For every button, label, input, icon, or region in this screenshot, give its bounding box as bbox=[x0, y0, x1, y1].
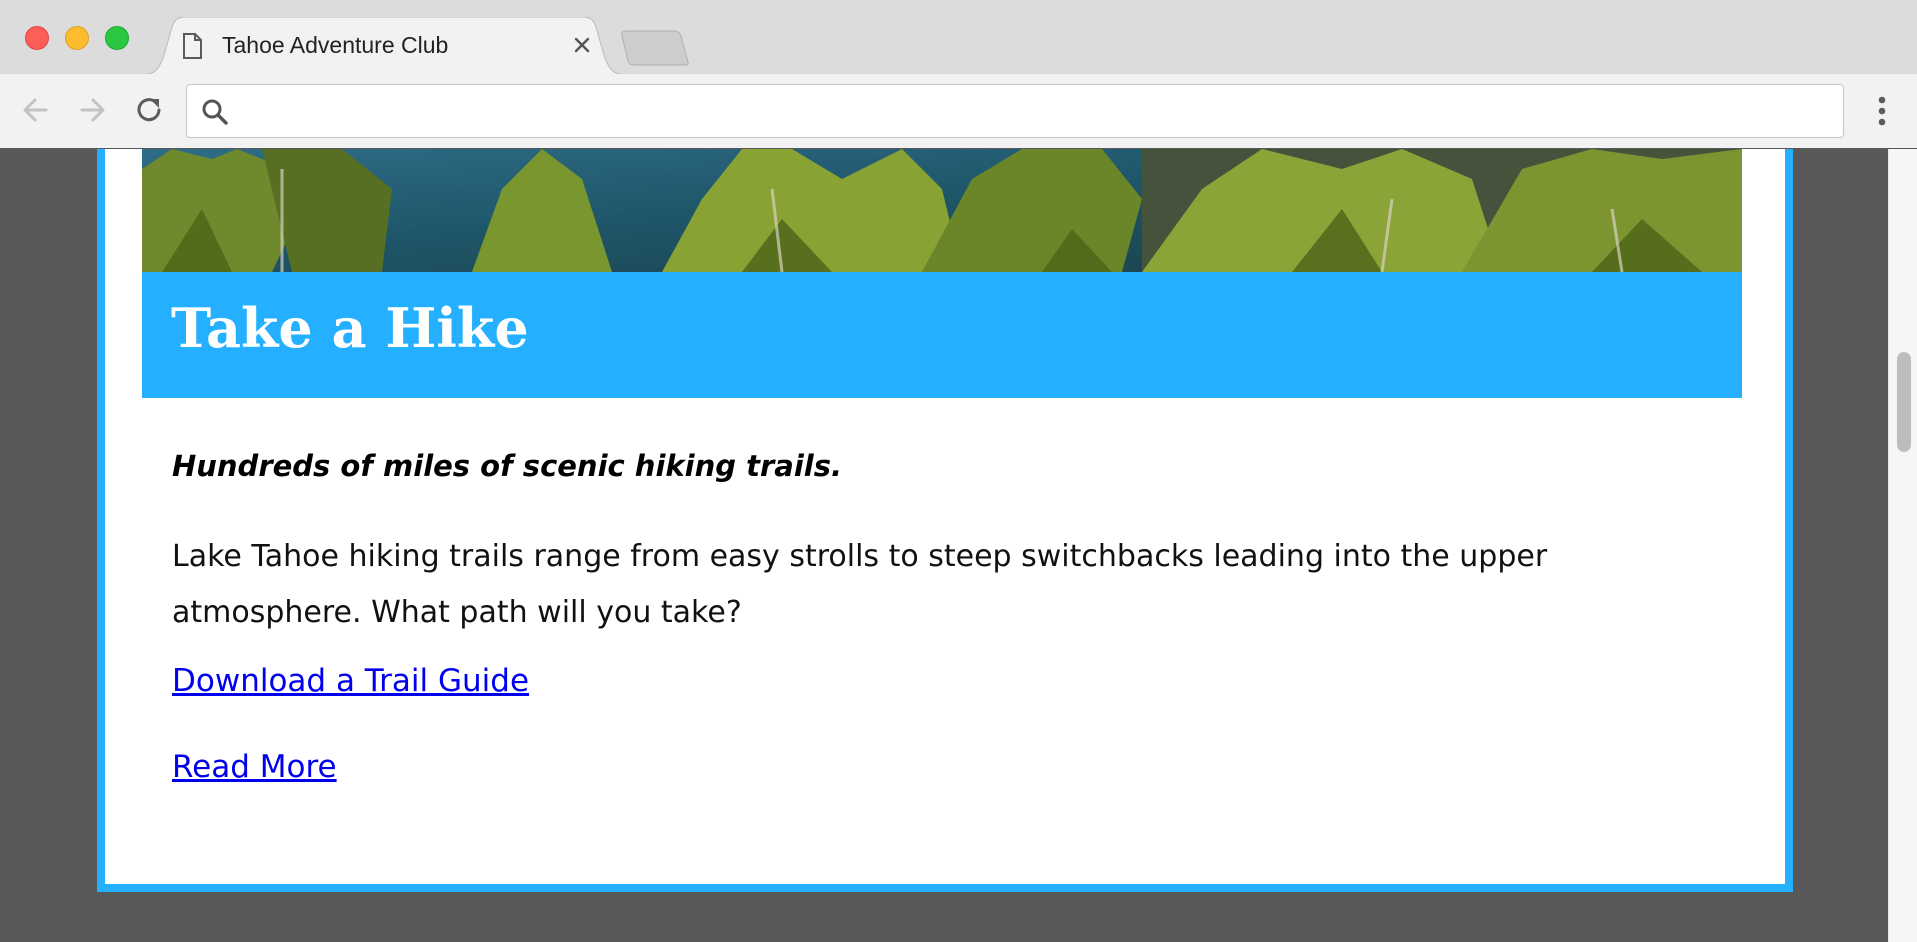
minimize-window-button[interactable] bbox=[65, 26, 89, 50]
search-icon bbox=[202, 99, 228, 125]
scrollbar-thumb[interactable] bbox=[1897, 352, 1911, 452]
description: Lake Tahoe hiking trails range from easy… bbox=[172, 539, 1548, 630]
page-viewport: Take a Hike Hundreds of miles of scenic … bbox=[0, 149, 1917, 942]
activity-card: Take a Hike Hundreds of miles of scenic … bbox=[97, 149, 1793, 892]
browser-chrome: Tahoe Adventure Club bbox=[0, 0, 1917, 148]
read-more-link[interactable]: Read More bbox=[172, 749, 337, 785]
close-icon[interactable] bbox=[570, 33, 594, 57]
forward-arrow-icon[interactable] bbox=[74, 92, 110, 128]
card-body: Take a Hike Hundreds of miles of scenic … bbox=[105, 149, 1785, 884]
hero-image bbox=[142, 149, 1742, 272]
browser-toolbar bbox=[0, 74, 1917, 148]
scrollbar[interactable] bbox=[1888, 149, 1917, 942]
tab-strip: Tahoe Adventure Club bbox=[0, 0, 1917, 75]
address-input[interactable] bbox=[239, 93, 1829, 129]
zoom-window-button[interactable] bbox=[105, 26, 129, 50]
close-window-button[interactable] bbox=[25, 26, 49, 50]
new-tab-button[interactable] bbox=[620, 30, 690, 66]
tab-title: Tahoe Adventure Club bbox=[222, 32, 449, 58]
download-trail-guide-link[interactable]: Download a Trail Guide bbox=[172, 663, 529, 699]
reload-icon[interactable] bbox=[132, 92, 168, 128]
more-vertical-icon[interactable] bbox=[1864, 92, 1900, 130]
title-banner: Take a Hike bbox=[142, 272, 1742, 398]
back-arrow-icon[interactable] bbox=[18, 92, 54, 128]
document-icon bbox=[183, 33, 202, 59]
active-tab[interactable]: Tahoe Adventure Club bbox=[142, 17, 626, 75]
address-bar[interactable] bbox=[186, 84, 1844, 138]
page-title: Take a Hike bbox=[171, 296, 529, 360]
tagline: Hundreds of miles of scenic hiking trail… bbox=[172, 449, 843, 483]
